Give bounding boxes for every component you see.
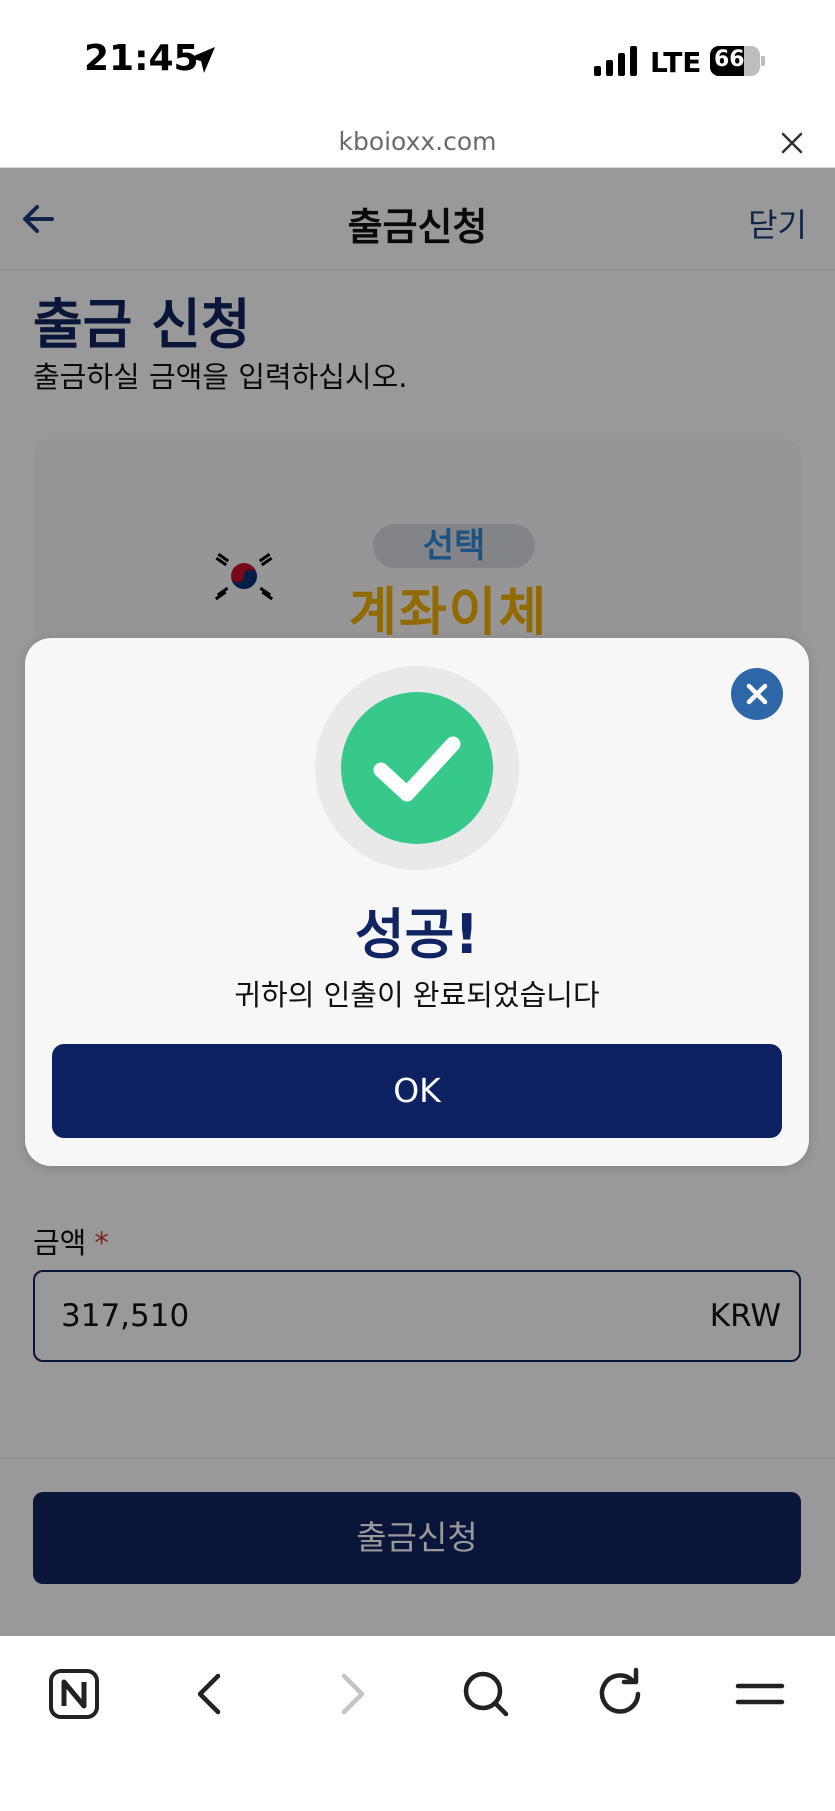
url-text[interactable]: kboioxx.com [0,127,835,156]
menu-icon[interactable] [730,1664,790,1724]
modal-close-button[interactable] [731,668,783,720]
close-icon [746,683,768,705]
battery-icon: 66 [710,46,766,76]
naver-home-icon[interactable] [44,1664,104,1724]
url-bar[interactable]: kboioxx.com [0,125,835,168]
checkmark-icon [373,736,461,802]
ok-button[interactable]: OK [52,1044,782,1138]
location-arrow-icon [189,47,215,73]
cellular-signal-icon [594,46,637,76]
forward-icon[interactable] [320,1664,380,1724]
browser-toolbar [0,1636,835,1811]
refresh-icon[interactable] [592,1664,652,1724]
modal-message: 귀하의 인출이 완료되었습니다 [234,978,600,1012]
modal-title: 성공! [355,903,479,966]
close-tab-icon[interactable] [780,131,804,155]
success-icon [341,692,493,844]
network-type: LTE [650,46,702,79]
back-icon[interactable] [182,1664,242,1724]
status-time: 21:45 [84,38,199,79]
success-modal: 성공! 귀하의 인출이 완료되었습니다 OK [25,638,809,1166]
status-bar: 21:45 LTE 66 [0,0,835,125]
search-icon[interactable] [456,1664,516,1724]
battery-level: 66 [714,47,745,72]
